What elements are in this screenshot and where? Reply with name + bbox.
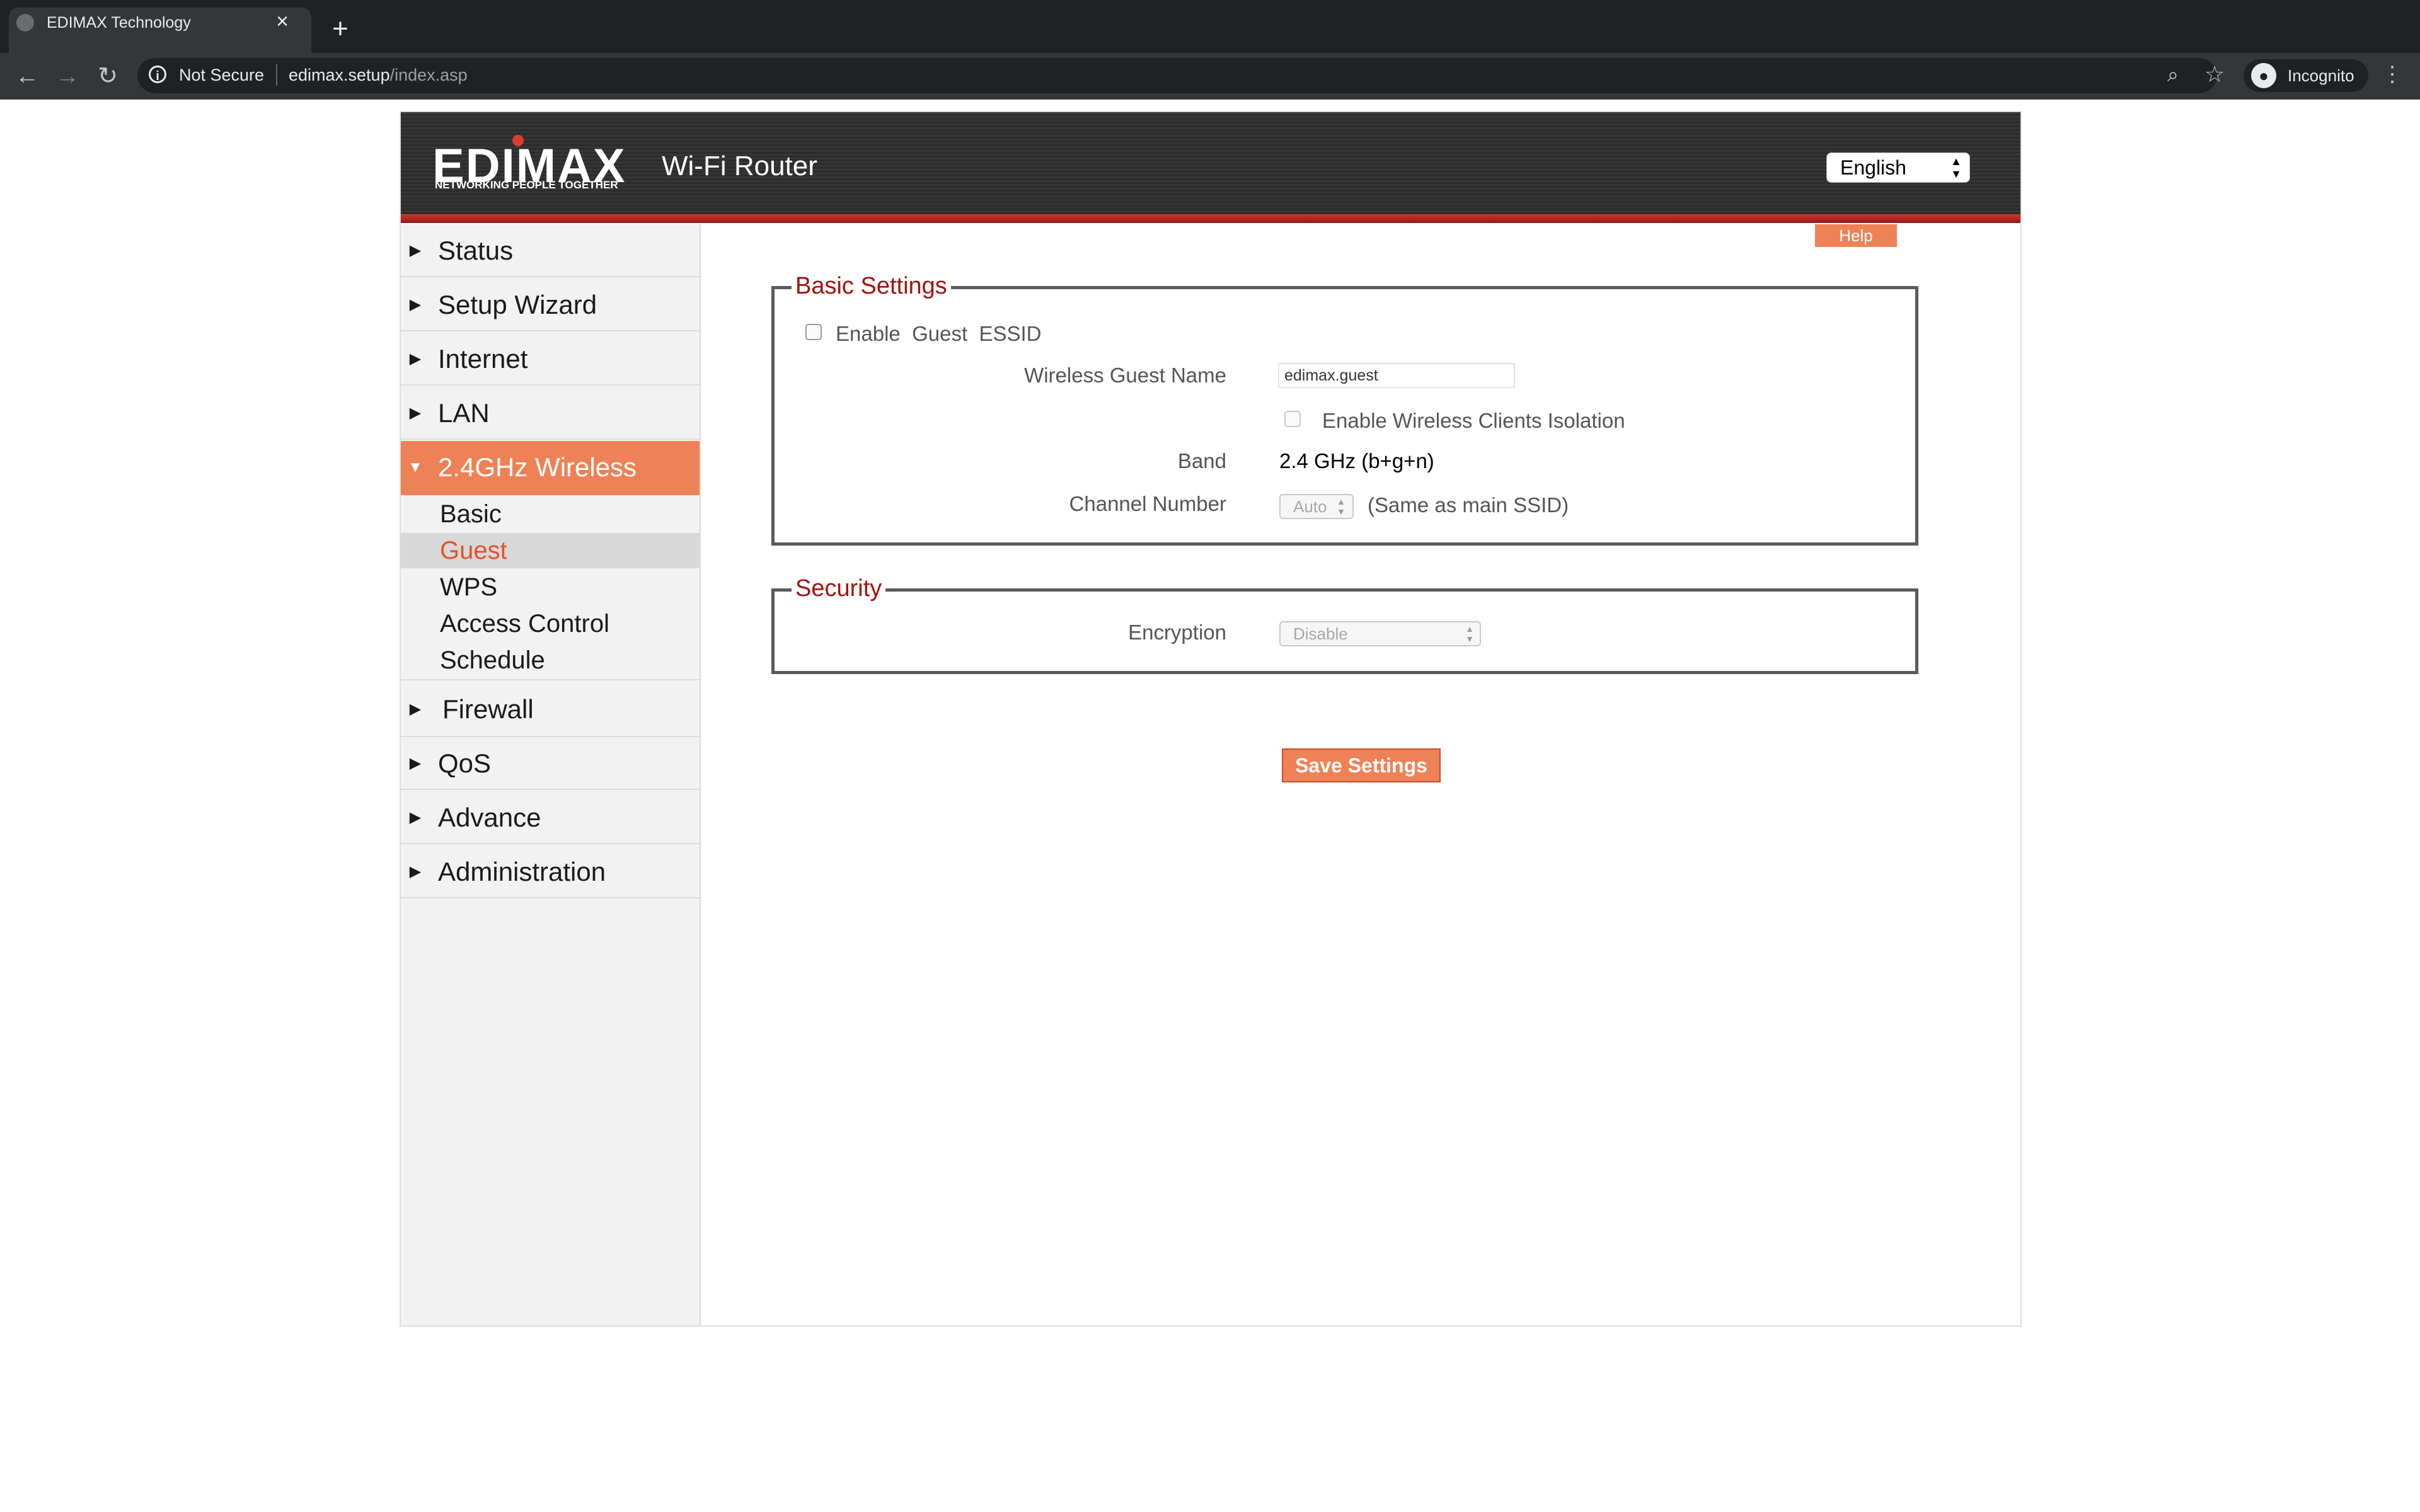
band-value: 2.4 GHz (b+g+n) [1279, 449, 1434, 472]
channel-number-select[interactable]: Auto ▲ ▼ [1279, 494, 1354, 519]
header-accent-line [401, 214, 2020, 223]
back-icon[interactable]: ← [11, 60, 43, 92]
basic-settings-legend: Basic Settings [792, 271, 951, 301]
sidebar-sub-label: Basic [440, 500, 502, 528]
sidebar-item-label: 2.4GHz Wireless [438, 452, 637, 482]
sidebar-item-firewall[interactable]: ▶ Firewall [401, 682, 700, 737]
sidebar-sub-wps[interactable]: WPS [401, 570, 700, 605]
tab-title: EDIMAX Technology [47, 14, 191, 32]
close-tab-icon[interactable]: × [271, 10, 294, 33]
browser-tabstrip [0, 0, 2420, 53]
triangle-down-icon: ▼ [408, 459, 423, 476]
guest-name-value: edimax.guest [1284, 367, 1378, 384]
encryption-label: Encryption [1128, 621, 1226, 644]
bookmark-star-icon[interactable]: ☆ [2202, 62, 2227, 87]
enable-guest-essid-label: Enable Guest ESSID [836, 322, 1042, 345]
channel-note: (Same as main SSID) [1368, 493, 1569, 517]
security-status[interactable]: Not Secure [179, 64, 264, 86]
sidebar-sub-schedule[interactable]: Schedule [401, 643, 700, 678]
sidebar-sub-label: Guest [440, 537, 507, 564]
triangle-right-icon: ▶ [409, 755, 422, 772]
help-button[interactable]: Help [1815, 224, 1897, 247]
channel-number-value: Auto [1293, 497, 1327, 516]
guest-name-input[interactable]: edimax.guest [1278, 363, 1515, 388]
triangle-right-icon: ▶ [409, 701, 422, 718]
triangle-right-icon: ▶ [409, 863, 422, 880]
url-host: edimax.setup [289, 66, 390, 84]
triangle-right-icon: ▶ [409, 296, 422, 313]
sidebar-sub-label: Access Control [440, 610, 609, 638]
clients-isolation-label: Enable Wireless Clients Isolation [1322, 409, 1625, 432]
zoom-icon[interactable]: ⌕ [2160, 62, 2186, 87]
sidebar-sub-access-control[interactable]: Access Control [401, 606, 700, 641]
sidebar-item-label: LAN [438, 398, 490, 428]
browser-menu-icon[interactable]: ⋮ [2380, 62, 2405, 87]
logo-tagline: NETWORKING PEOPLE TOGETHER [435, 179, 618, 191]
sidebar-item-advance[interactable]: ▶ Advance [401, 791, 700, 844]
triangle-right-icon: ▶ [409, 242, 422, 259]
triangle-right-icon: ▶ [409, 404, 422, 421]
select-arrows-icon: ▲ ▼ [1337, 496, 1345, 517]
select-arrows-icon: ▲ ▼ [1465, 624, 1474, 644]
sidebar-sub-basic[interactable]: Basic [401, 496, 700, 532]
triangle-right-icon: ▶ [409, 809, 422, 826]
new-tab-icon[interactable]: + [326, 15, 354, 43]
sidebar-item-lan[interactable]: ▶ LAN [401, 387, 700, 440]
sidebar-sub-guest[interactable]: Guest [401, 533, 700, 568]
save-settings-button[interactable]: Save Settings [1282, 748, 1441, 782]
globe-icon [16, 14, 34, 32]
router-header [401, 112, 2020, 218]
triangle-right-icon: ▶ [409, 350, 422, 367]
incognito-label: Incognito [2288, 66, 2354, 85]
incognito-icon: ● [2251, 63, 2276, 88]
url-separator [276, 64, 277, 86]
guest-name-label: Wireless Guest Name [1024, 364, 1226, 387]
url-path: /index.asp [389, 66, 468, 84]
logo-red-dot [512, 135, 524, 146]
sidebar-item-label: Status [438, 236, 514, 265]
info-icon[interactable]: i [149, 66, 166, 83]
url-text[interactable]: edimax.setup/index.asp [289, 64, 468, 86]
sidebar-item-qos[interactable]: ▶ QoS [401, 737, 700, 790]
sidebar-item-label: Advance [438, 803, 541, 832]
sidebar-item-label: Setup Wizard [438, 290, 597, 319]
product-title: Wi-Fi Router [662, 151, 817, 181]
sidebar-item-setup-wizard[interactable]: ▶ Setup Wizard [401, 278, 700, 331]
language-select-value: English [1840, 156, 1906, 179]
forward-icon[interactable]: → [52, 60, 83, 92]
sidebar-item-label: Firewall [442, 694, 534, 724]
sidebar-item-wireless[interactable]: ▼ 2.4GHz Wireless [401, 441, 700, 495]
sidebar-sub-label: Schedule [440, 646, 545, 674]
encryption-select[interactable]: Disable ▲ ▼ [1279, 621, 1481, 646]
band-label: Band [1177, 449, 1226, 472]
enable-guest-essid-checkbox[interactable] [805, 324, 822, 340]
select-arrows-icon: ▲ ▼ [1950, 155, 1962, 180]
reload-icon[interactable]: ↻ [92, 60, 124, 92]
sidebar-sub-label: WPS [440, 573, 498, 601]
clients-isolation-checkbox[interactable] [1284, 411, 1301, 427]
sidebar-item-label: QoS [438, 748, 492, 778]
sidebar-divider [401, 679, 700, 680]
sidebar-item-internet[interactable]: ▶ Internet [401, 333, 700, 386]
sidebar-item-administration[interactable]: ▶ Administration [401, 845, 700, 898]
security-legend: Security [792, 573, 886, 604]
sidebar-item-status[interactable]: ▶ Status [401, 224, 700, 277]
channel-number-label: Channel Number [1069, 492, 1226, 515]
sidebar-item-label: Administration [438, 857, 606, 886]
encryption-value: Disable [1293, 624, 1348, 643]
sidebar-item-label: Internet [438, 344, 528, 374]
